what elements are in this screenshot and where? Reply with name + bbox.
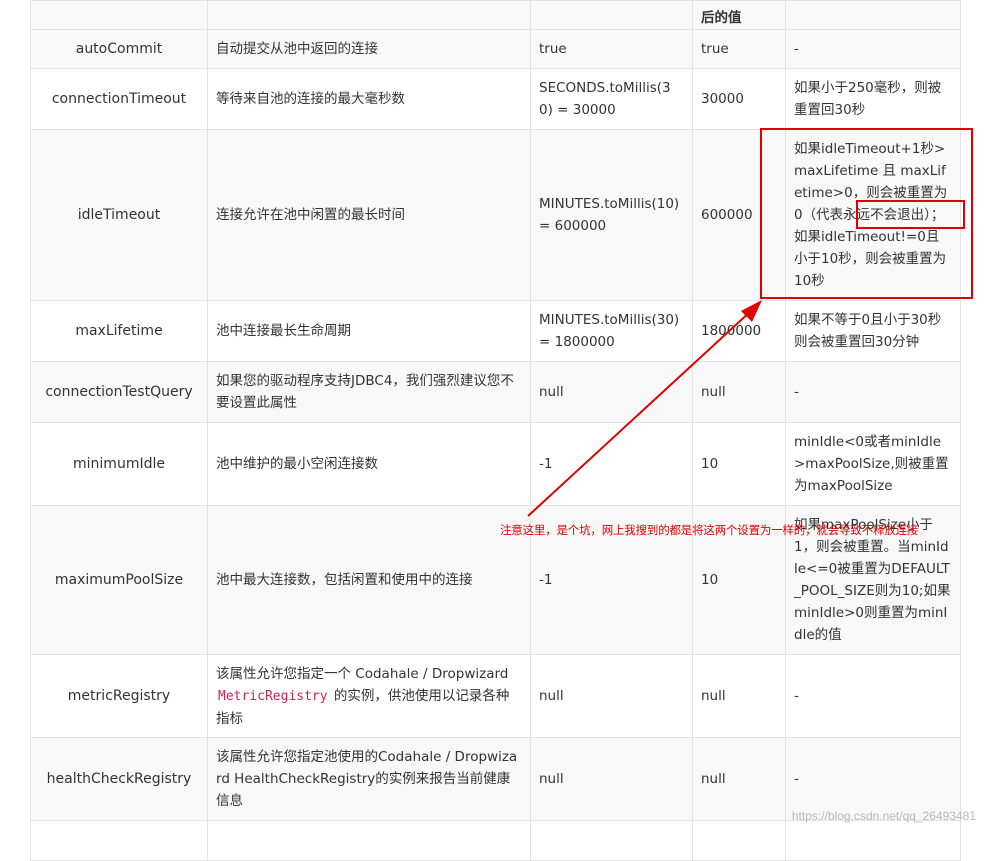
config-table-container: 后的值 autoCommit 自动提交从池中返回的连接 true true - …: [30, 0, 961, 861]
property-default: true: [530, 29, 693, 69]
property-note: -: [785, 654, 961, 738]
property-name: idleTimeout: [30, 129, 208, 301]
property-note: -: [785, 361, 961, 423]
property-value: null: [692, 361, 786, 423]
property-desc: [207, 820, 531, 861]
header-cell: [207, 0, 531, 30]
property-name: connectionTestQuery: [30, 361, 208, 423]
property-name: maxLifetime: [30, 300, 208, 362]
property-note: 如果小于250毫秒，则被重置回30秒: [785, 68, 961, 130]
property-desc: 该属性允许您指定一个 Codahale / Dropwizard MetricR…: [207, 654, 531, 738]
property-desc: 池中连接最长生命周期: [207, 300, 531, 362]
property-default: -1: [530, 422, 693, 506]
header-cell: [530, 0, 693, 30]
table-header-row: 后的值: [30, 0, 961, 30]
property-name: minimumIdle: [30, 422, 208, 506]
property-value: null: [692, 654, 786, 738]
table-row: minimumIdle 池中维护的最小空闲连接数 -1 10 minIdle<0…: [30, 422, 961, 506]
property-default: [530, 820, 693, 861]
annotation-text: 注意这里，是个坑，网上我搜到的都是将这两个设置为一样的，就会导致不释放连接: [500, 523, 919, 537]
property-default: null: [530, 654, 693, 738]
property-name: connectionTimeout: [30, 68, 208, 130]
table-row: connectionTimeout 等待来自池的连接的最大毫秒数 SECONDS…: [30, 68, 961, 130]
property-name: metricRegistry: [30, 654, 208, 738]
header-cell: [30, 0, 208, 30]
desc-text: 该属性允许您指定一个 Codahale / Dropwizard: [216, 665, 509, 682]
property-desc: 连接允许在池中闲置的最长时间: [207, 129, 531, 301]
property-default: MINUTES.toMillis(10) = 600000: [530, 129, 693, 301]
property-value: 600000: [692, 129, 786, 301]
property-note: [785, 820, 961, 861]
table-row: idleTimeout 连接允许在池中闲置的最长时间 MINUTES.toMil…: [30, 129, 961, 301]
table-row: maxLifetime 池中连接最长生命周期 MINUTES.toMillis(…: [30, 300, 961, 362]
property-note: minIdle<0或者minIdle>maxPoolSize,则被重置为maxP…: [785, 422, 961, 506]
property-desc: 池中最大连接数，包括闲置和使用中的连接: [207, 505, 531, 655]
property-default: SECONDS.toMillis(30) = 30000: [530, 68, 693, 130]
table-row: autoCommit 自动提交从池中返回的连接 true true -: [30, 29, 961, 69]
table-row: connectionTestQuery 如果您的驱动程序支持JDBC4，我们强烈…: [30, 361, 961, 423]
table-row-partial: [30, 820, 961, 861]
property-note: 如果不等于0且小于30秒则会被重置回30分钟: [785, 300, 961, 362]
property-value: 1800000: [692, 300, 786, 362]
header-cell: [785, 0, 961, 30]
property-default: null: [530, 737, 693, 821]
config-table: 后的值 autoCommit 自动提交从池中返回的连接 true true - …: [30, 0, 961, 861]
property-value: 10: [692, 422, 786, 506]
table-row: metricRegistry 该属性允许您指定一个 Codahale / Dro…: [30, 654, 961, 738]
header-cell-value: 后的值: [692, 0, 786, 30]
watermark: https://blog.csdn.net/qq_26493481: [791, 809, 976, 823]
property-desc: 该属性允许您指定池使用的Codahale / Dropwizard Health…: [207, 737, 531, 821]
property-name: [30, 820, 208, 861]
property-desc: 等待来自池的连接的最大毫秒数: [207, 68, 531, 130]
property-value: [692, 820, 786, 861]
property-desc: 自动提交从池中返回的连接: [207, 29, 531, 69]
property-default: null: [530, 361, 693, 423]
inline-code: MetricRegistry: [218, 688, 328, 704]
property-value: 30000: [692, 68, 786, 130]
property-name: healthCheckRegistry: [30, 737, 208, 821]
property-value: null: [692, 737, 786, 821]
property-note: 如果idleTimeout+1秒>maxLifetime 且 maxLifeti…: [785, 129, 961, 301]
property-name: autoCommit: [30, 29, 208, 69]
property-default: MINUTES.toMillis(30) = 1800000: [530, 300, 693, 362]
property-value: true: [692, 29, 786, 69]
property-desc: 如果您的驱动程序支持JDBC4，我们强烈建议您不要设置此属性: [207, 361, 531, 423]
property-desc: 池中维护的最小空闲连接数: [207, 422, 531, 506]
property-name: maximumPoolSize: [30, 505, 208, 655]
property-note: -: [785, 29, 961, 69]
